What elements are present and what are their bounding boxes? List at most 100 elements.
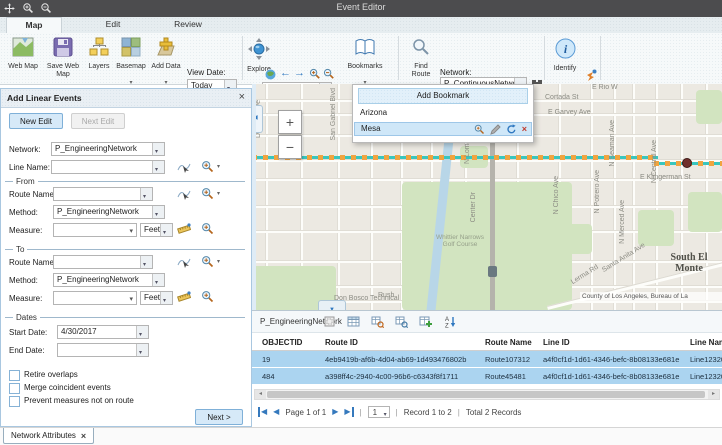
bookmark-item-mesa[interactable]: Mesa × [354, 122, 532, 136]
from-method-caret-icon[interactable] [152, 206, 164, 218]
from-select-route-icon[interactable] [177, 187, 191, 201]
last-page-icon[interactable]: ▶ [344, 407, 353, 417]
panel-network-caret-icon[interactable] [152, 143, 164, 155]
web-map-button[interactable]: Web Map [4, 37, 42, 71]
from-measure-ruler-icon[interactable] [177, 222, 191, 236]
bookmark-delete-icon[interactable]: × [522, 124, 527, 134]
next-page-icon[interactable]: ▶ [332, 407, 338, 417]
identify-flash-icon[interactable] [585, 69, 598, 82]
table-row[interactable]: 484a398ff4c-2940-4c00-96b6-c6343f8f1711R… [252, 368, 722, 385]
column-header[interactable]: Line ID [533, 338, 680, 347]
end-date-caret-icon[interactable] [136, 344, 148, 356]
from-route-caret-icon[interactable] [140, 188, 152, 200]
to-unit-select[interactable]: Feet [140, 291, 173, 305]
from-measure-label: Measure: [9, 226, 42, 235]
line-name-select[interactable] [51, 160, 165, 174]
from-route-name-label: Route Name: [9, 190, 56, 199]
bookmark-item-arizona[interactable]: Arizona [354, 106, 532, 120]
map-label: N Merced Ave [619, 200, 626, 244]
column-header[interactable]: Route ID [315, 338, 475, 347]
merge-coincident-checkbox[interactable] [9, 383, 20, 394]
globe-icon[interactable] [265, 69, 276, 80]
to-route-zoom-caret-icon[interactable]: ▾ [217, 260, 220, 265]
from-unit-caret-icon[interactable] [160, 224, 172, 236]
basemap-button[interactable]: Basemap ▾ [114, 37, 148, 89]
pan-to-selection-icon[interactable] [395, 315, 408, 328]
from-measure-zoom-icon[interactable] [201, 222, 215, 236]
prevent-measures-checkbox[interactable] [9, 396, 20, 407]
scrollbar-thumb[interactable] [267, 391, 705, 398]
from-route-name-select[interactable] [53, 187, 153, 201]
page-number-select[interactable]: 1 [368, 406, 390, 418]
map-zoom-in-icon[interactable] [309, 68, 321, 80]
bookmark-edit-icon[interactable] [490, 124, 501, 135]
tab-map[interactable]: Map [6, 17, 62, 34]
from-group-label: From [13, 177, 38, 186]
end-date-select[interactable] [57, 343, 149, 357]
add-data-button[interactable]: Add Data ▾ [148, 37, 184, 89]
add-bookmark-button[interactable]: Add Bookmark [358, 88, 528, 104]
scroll-left-icon[interactable]: ◂ [255, 390, 266, 399]
bookmark-refresh-icon[interactable] [506, 124, 517, 135]
end-date-label: End Date: [9, 346, 45, 355]
panel-network-select[interactable]: P_EngineeringNetwork [51, 142, 165, 156]
collapse-table-button[interactable] [318, 300, 346, 310]
to-route-caret-icon[interactable] [140, 256, 152, 268]
to-measure-combo[interactable] [53, 291, 137, 305]
identify-button[interactable]: i Identify [550, 38, 580, 73]
retire-overlaps-checkbox[interactable] [9, 370, 20, 381]
map-zoom-out-icon[interactable] [323, 68, 335, 80]
line-zoom-caret-icon[interactable]: ▾ [217, 165, 220, 170]
add-data-caret-icon[interactable]: ▾ [164, 80, 167, 86]
from-unit-select[interactable]: Feet [140, 223, 173, 237]
panel-close-icon[interactable] [239, 91, 245, 103]
to-route-name-select[interactable] [53, 255, 153, 269]
zoom-out-button[interactable]: − [278, 135, 302, 159]
table-row[interactable]: 194eb9419b-af6b-4d04-ab69-1d493476802bRo… [252, 351, 722, 368]
map-attribution: County of Los Angeles, Bureau of La [580, 292, 722, 301]
next-button[interactable]: Next > [195, 409, 243, 425]
new-edit-button[interactable]: New Edit [9, 113, 63, 129]
select-records-icon[interactable] [323, 315, 336, 328]
start-date-caret-icon[interactable] [136, 326, 148, 338]
to-unit-caret-icon[interactable] [160, 292, 172, 304]
panel-splitter[interactable] [252, 84, 256, 310]
add-record-icon[interactable] [419, 315, 432, 328]
bottom-tab-close-icon[interactable]: × [81, 431, 86, 441]
zoom-to-selection-icon[interactable] [371, 315, 384, 328]
tab-edit[interactable]: Edit [88, 17, 138, 32]
bookmark-zoom-icon[interactable] [474, 124, 485, 135]
basemap-caret-icon[interactable]: ▾ [129, 80, 132, 86]
column-header[interactable]: Line Name [680, 338, 722, 347]
scroll-right-icon[interactable]: ▸ [708, 390, 719, 399]
from-route-zoom-icon[interactable] [201, 187, 215, 201]
sort-icon[interactable]: AZ [443, 315, 456, 328]
find-route-button[interactable]: Find Route [406, 38, 436, 79]
zoom-in-button[interactable]: + [278, 110, 302, 134]
bookmarks-button[interactable]: Bookmarks ▾ [344, 38, 386, 89]
column-header[interactable]: Route Name [475, 338, 533, 347]
column-header[interactable]: OBJECTID [252, 338, 315, 347]
tab-review[interactable]: Review [160, 17, 216, 32]
to-method-select[interactable]: P_EngineeringNetwork [53, 273, 165, 287]
to-measure-zoom-icon[interactable] [201, 290, 215, 304]
previous-page-icon[interactable]: ◀ [273, 407, 279, 417]
first-page-icon[interactable]: ◀ [258, 407, 267, 417]
select-line-on-map-icon[interactable] [177, 160, 191, 174]
next-extent-icon[interactable]: → [294, 67, 305, 79]
from-measure-combo[interactable] [53, 223, 137, 237]
line-zoom-icon[interactable] [201, 160, 215, 174]
to-measure-ruler-icon[interactable] [177, 290, 191, 304]
from-route-zoom-caret-icon[interactable]: ▾ [217, 192, 220, 197]
table-horizontal-scrollbar[interactable]: ◂ ▸ [254, 389, 720, 400]
line-name-caret-icon[interactable] [152, 161, 164, 173]
layers-button[interactable]: Layers [84, 37, 114, 71]
table-view-icon[interactable] [347, 315, 360, 328]
network-attributes-tab[interactable]: Network Attributes × [3, 428, 94, 444]
to-method-caret-icon[interactable] [152, 274, 164, 286]
to-select-route-icon[interactable] [177, 255, 191, 269]
start-date-select[interactable]: 4/30/2017 [57, 325, 149, 339]
to-route-zoom-icon[interactable] [201, 255, 215, 269]
from-method-select[interactable]: P_EngineeringNetwork [53, 205, 165, 219]
previous-extent-icon[interactable]: ← [280, 67, 291, 79]
